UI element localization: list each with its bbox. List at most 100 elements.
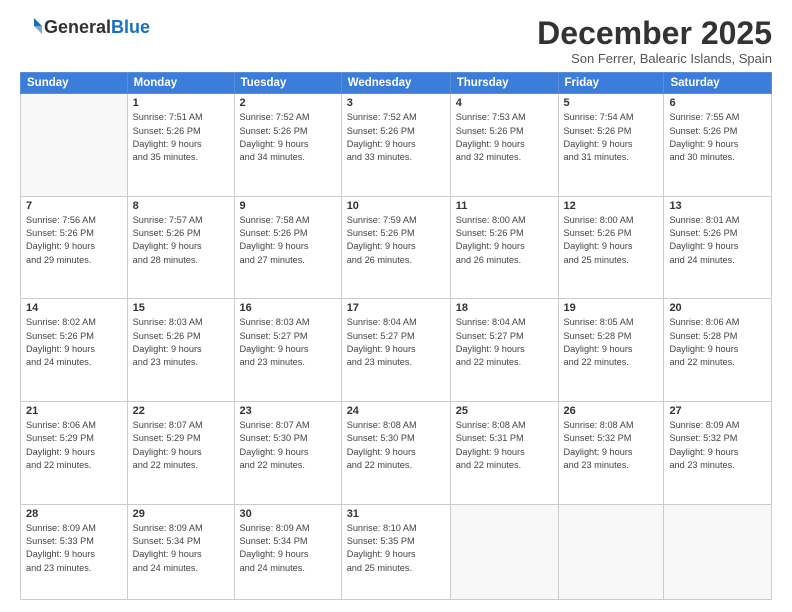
day-number: 1	[133, 97, 229, 109]
day-number: 31	[347, 508, 445, 520]
calendar-week-row: 14Sunrise: 8:02 AMSunset: 5:26 PMDayligh…	[21, 299, 772, 402]
day-info: Sunrise: 7:58 AMSunset: 5:26 PMDaylight:…	[240, 214, 336, 267]
day-number: 6	[669, 97, 766, 109]
day-info: Sunrise: 8:10 AMSunset: 5:35 PMDaylight:…	[347, 522, 445, 575]
day-info: Sunrise: 8:07 AMSunset: 5:29 PMDaylight:…	[133, 419, 229, 472]
day-info: Sunrise: 7:56 AMSunset: 5:26 PMDaylight:…	[26, 214, 122, 267]
calendar-cell: 18Sunrise: 8:04 AMSunset: 5:27 PMDayligh…	[450, 299, 558, 402]
day-number: 3	[347, 97, 445, 109]
calendar-cell	[664, 504, 772, 599]
calendar-cell: 21 Sunrise: 8:06 AMSunset: 5:29 PMDayligh…	[21, 401, 128, 504]
calendar-cell: 10 Sunrise: 7:59 AMSunset: 5:26 PMDayligh…	[341, 196, 450, 299]
calendar-cell: 17 Sunrise: 8:04 AMSunset: 5:27 PMDayligh…	[341, 299, 450, 402]
calendar-cell: 24 Sunrise: 8:08 AMSunset: 5:30 PMDayligh…	[341, 401, 450, 504]
calendar-cell: 19 Sunrise: 8:05 AMSunset: 5:28 PMDayligh…	[558, 299, 664, 402]
logo-blue-text: Blue	[111, 17, 150, 37]
day-info: Sunrise: 7:57 AMSunset: 5:26 PMDaylight:…	[133, 214, 229, 267]
day-number: 5	[564, 97, 659, 109]
day-number: 15	[133, 302, 229, 314]
day-info: Sunrise: 8:06 AMSunset: 5:28 PMDaylight:…	[669, 316, 766, 369]
day-info: Sunrise: 8:08 AMSunset: 5:32 PMDaylight:…	[564, 419, 659, 472]
day-info: Sunrise: 8:06 AMSunset: 5:29 PMDaylight:…	[26, 419, 122, 472]
day-number: 9	[240, 200, 336, 212]
day-info: Sunrise: 7:52 AMSunset: 5:26 PMDaylight:…	[240, 111, 336, 164]
day-number: 24	[347, 405, 445, 417]
calendar-cell: 13 Sunrise: 8:01 AMSunset: 5:26 PMDayligh…	[664, 196, 772, 299]
calendar-cell: 3 Sunrise: 7:52 AMSunset: 5:26 PMDaylight…	[341, 94, 450, 197]
day-number: 4	[456, 97, 553, 109]
location: Son Ferrer, Balearic Islands, Spain	[537, 51, 772, 66]
day-info: Sunrise: 7:52 AMSunset: 5:26 PMDaylight:…	[347, 111, 445, 164]
calendar-cell: 25 Sunrise: 8:08 AMSunset: 5:31 PMDayligh…	[450, 401, 558, 504]
day-number: 18	[456, 302, 553, 314]
calendar-cell: 26 Sunrise: 8:08 AMSunset: 5:32 PMDayligh…	[558, 401, 664, 504]
day-number: 26	[564, 405, 659, 417]
calendar-week-row: 7 Sunrise: 7:56 AMSunset: 5:26 PMDaylight…	[21, 196, 772, 299]
day-header-thursday: Thursday	[450, 73, 558, 94]
day-info: Sunrise: 8:09 AMSunset: 5:33 PMDaylight:…	[26, 522, 122, 575]
calendar-cell: 2 Sunrise: 7:52 AMSunset: 5:26 PMDaylight…	[234, 94, 341, 197]
calendar-cell: 23 Sunrise: 8:07 AMSunset: 5:30 PMDayligh…	[234, 401, 341, 504]
day-info: Sunrise: 8:02 AMSunset: 5:26 PMDaylight:…	[26, 316, 122, 369]
day-info: Sunrise: 7:53 AMSunset: 5:26 PMDaylight:…	[456, 111, 553, 164]
day-info: Sunrise: 7:59 AMSunset: 5:26 PMDaylight:…	[347, 214, 445, 267]
logo-general-text: General	[44, 17, 111, 37]
day-info: Sunrise: 8:01 AMSunset: 5:26 PMDaylight:…	[669, 214, 766, 267]
day-number: 17	[347, 302, 445, 314]
day-info: Sunrise: 8:05 AMSunset: 5:28 PMDaylight:…	[564, 316, 659, 369]
calendar-cell: 15 Sunrise: 8:03 AMSunset: 5:26 PMDayligh…	[127, 299, 234, 402]
day-number: 2	[240, 97, 336, 109]
day-number: 27	[669, 405, 766, 417]
calendar-week-row: 28 Sunrise: 8:09 AMSunset: 5:33 PMDayligh…	[21, 504, 772, 599]
calendar-cell: 6 Sunrise: 7:55 AMSunset: 5:26 PMDaylight…	[664, 94, 772, 197]
day-header-tuesday: Tuesday	[234, 73, 341, 94]
day-info: Sunrise: 8:03 AMSunset: 5:27 PMDaylight:…	[240, 316, 336, 369]
calendar-header-row: SundayMondayTuesdayWednesdayThursdayFrid…	[21, 73, 772, 94]
logo-icon	[20, 16, 42, 38]
calendar-cell: 4 Sunrise: 7:53 AMSunset: 5:26 PMDaylight…	[450, 94, 558, 197]
day-number: 7	[26, 200, 122, 212]
day-number: 16	[240, 302, 336, 314]
calendar-cell: 8Sunrise: 7:57 AMSunset: 5:26 PMDaylight…	[127, 196, 234, 299]
calendar-cell: 30Sunrise: 8:09 AMSunset: 5:34 PMDayligh…	[234, 504, 341, 599]
day-number: 11	[456, 200, 553, 212]
day-info: Sunrise: 7:55 AMSunset: 5:26 PMDaylight:…	[669, 111, 766, 164]
day-header-monday: Monday	[127, 73, 234, 94]
day-number: 10	[347, 200, 445, 212]
calendar-week-row: 1 Sunrise: 7:51 AMSunset: 5:26 PMDaylight…	[21, 94, 772, 197]
calendar-cell	[21, 94, 128, 197]
calendar-cell: 16 Sunrise: 8:03 AMSunset: 5:27 PMDayligh…	[234, 299, 341, 402]
calendar-cell: 29 Sunrise: 8:09 AMSunset: 5:34 PMDayligh…	[127, 504, 234, 599]
header: GeneralBlue December 2025 Son Ferrer, Ba…	[20, 16, 772, 66]
day-info: Sunrise: 8:08 AMSunset: 5:31 PMDaylight:…	[456, 419, 553, 472]
day-info: Sunrise: 8:09 AMSunset: 5:32 PMDaylight:…	[669, 419, 766, 472]
calendar-cell: 5Sunrise: 7:54 AMSunset: 5:26 PMDaylight…	[558, 94, 664, 197]
day-header-sunday: Sunday	[21, 73, 128, 94]
day-number: 20	[669, 302, 766, 314]
day-header-wednesday: Wednesday	[341, 73, 450, 94]
calendar-cell: 20 Sunrise: 8:06 AMSunset: 5:28 PMDayligh…	[664, 299, 772, 402]
day-number: 12	[564, 200, 659, 212]
day-info: Sunrise: 8:08 AMSunset: 5:30 PMDaylight:…	[347, 419, 445, 472]
day-number: 13	[669, 200, 766, 212]
day-info: Sunrise: 8:00 AMSunset: 5:26 PMDaylight:…	[564, 214, 659, 267]
title-area: December 2025 Son Ferrer, Balearic Islan…	[537, 16, 772, 66]
day-header-saturday: Saturday	[664, 73, 772, 94]
page: GeneralBlue December 2025 Son Ferrer, Ba…	[0, 0, 792, 612]
month-title: December 2025	[537, 16, 772, 51]
calendar-cell: 9 Sunrise: 7:58 AMSunset: 5:26 PMDaylight…	[234, 196, 341, 299]
day-number: 29	[133, 508, 229, 520]
day-number: 21	[26, 405, 122, 417]
day-number: 25	[456, 405, 553, 417]
day-number: 23	[240, 405, 336, 417]
day-info: Sunrise: 8:09 AMSunset: 5:34 PMDaylight:…	[133, 522, 229, 575]
day-info: Sunrise: 8:04 AMSunset: 5:27 PMDaylight:…	[347, 316, 445, 369]
day-info: Sunrise: 8:03 AMSunset: 5:26 PMDaylight:…	[133, 316, 229, 369]
calendar-cell	[450, 504, 558, 599]
calendar-cell: 7 Sunrise: 7:56 AMSunset: 5:26 PMDaylight…	[21, 196, 128, 299]
day-info: Sunrise: 8:07 AMSunset: 5:30 PMDaylight:…	[240, 419, 336, 472]
day-number: 28	[26, 508, 122, 520]
calendar-cell: 31 Sunrise: 8:10 AMSunset: 5:35 PMDayligh…	[341, 504, 450, 599]
day-info: Sunrise: 7:51 AMSunset: 5:26 PMDaylight:…	[133, 111, 229, 164]
day-number: 19	[564, 302, 659, 314]
